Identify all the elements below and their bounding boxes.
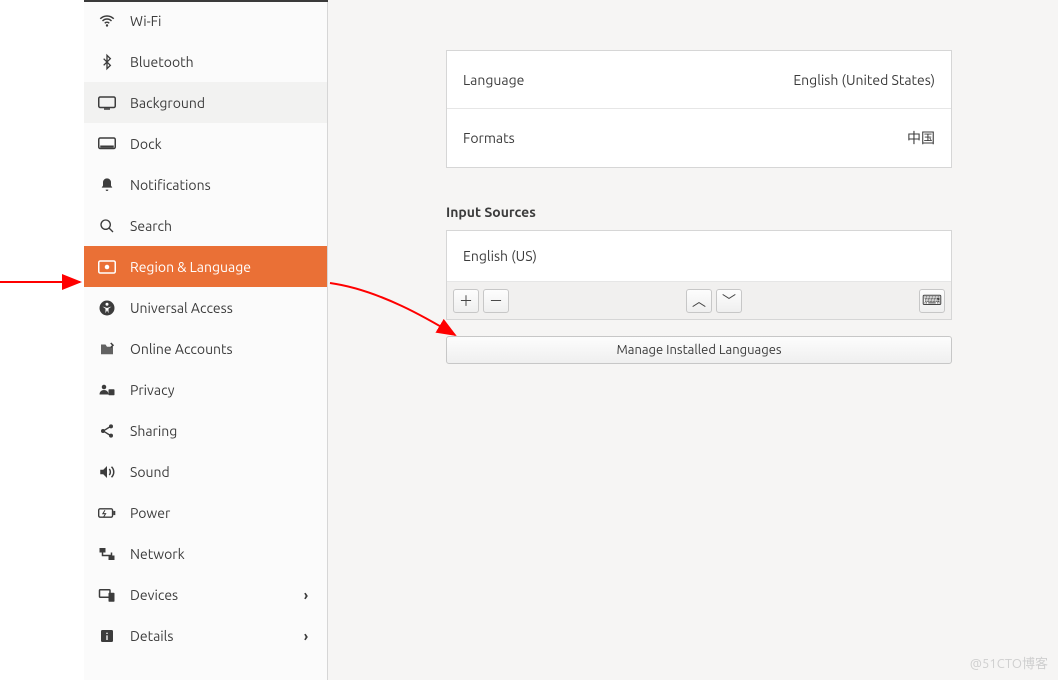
sidebar-item-region-language[interactable]: Region & Language — [84, 246, 327, 287]
input-sources-toolbar: ＋ － ︿ ﹀ ⌨ — [447, 281, 951, 319]
sidebar-item-label: Privacy — [130, 382, 313, 398]
sidebar-item-label: Sharing — [130, 423, 313, 439]
network-icon — [98, 545, 116, 563]
chevron-up-icon: ︿ — [692, 291, 706, 311]
sidebar-item-label: Background — [130, 95, 313, 111]
accessibility-icon — [98, 299, 116, 317]
sidebar-item-search[interactable]: Search — [84, 205, 327, 246]
sidebar: Wi-Fi Bluetooth Background Dock Notifica — [84, 0, 328, 680]
watermark: @51CTO博客 — [970, 653, 1048, 672]
sidebar-item-label: Details — [130, 628, 299, 644]
search-icon — [98, 217, 116, 235]
row-key: Formats — [463, 130, 515, 146]
devices-icon — [98, 586, 116, 604]
sidebar-item-bluetooth[interactable]: Bluetooth — [84, 41, 327, 82]
add-input-source-button[interactable]: ＋ — [453, 289, 479, 313]
language-icon — [98, 258, 116, 276]
sound-icon — [98, 463, 116, 481]
dock-icon — [98, 135, 116, 153]
sidebar-item-network[interactable]: Network — [84, 533, 327, 574]
sidebar-item-label: Universal Access — [130, 300, 313, 316]
sidebar-item-sound[interactable]: Sound — [84, 451, 327, 492]
input-source-item[interactable]: English (US) — [447, 231, 951, 281]
keyboard-layout-button[interactable]: ⌨ — [919, 289, 945, 313]
minus-icon: － — [489, 291, 503, 311]
sidebar-item-label: Network — [130, 546, 313, 562]
sidebar-item-label: Dock — [130, 136, 313, 152]
button-label: Manage Installed Languages — [616, 343, 781, 357]
chevron-right-icon: › — [299, 587, 313, 603]
row-value: English (United States) — [793, 72, 935, 88]
sidebar-item-background[interactable]: Background — [84, 82, 327, 123]
sidebar-item-label: Notifications — [130, 177, 313, 193]
sidebar-item-sharing[interactable]: Sharing — [84, 410, 327, 451]
move-down-button[interactable]: ﹀ — [716, 289, 742, 313]
plus-icon: ＋ — [459, 291, 473, 311]
sidebar-item-online-accounts[interactable]: Online Accounts — [84, 328, 327, 369]
sidebar-item-universal-access[interactable]: Universal Access — [84, 287, 327, 328]
remove-input-source-button[interactable]: － — [483, 289, 509, 313]
chevron-down-icon: ﹀ — [722, 291, 736, 311]
sidebar-item-wifi[interactable]: Wi-Fi — [84, 0, 327, 41]
sidebar-item-power[interactable]: Power — [84, 492, 327, 533]
sidebar-item-dock[interactable]: Dock — [84, 123, 327, 164]
row-key: Language — [463, 72, 524, 88]
move-up-button[interactable]: ︿ — [686, 289, 712, 313]
details-icon — [98, 627, 116, 645]
sidebar-item-label: Power — [130, 505, 313, 521]
background-icon — [98, 94, 116, 112]
online-accounts-icon — [98, 340, 116, 358]
chevron-right-icon: › — [299, 628, 313, 644]
input-sources-list: English (US) — [447, 231, 951, 281]
region-panel: Language English (United States) Formats… — [446, 50, 952, 168]
sidebar-item-label: Devices — [130, 587, 299, 603]
sidebar-item-label: Bluetooth — [130, 54, 313, 70]
row-language[interactable]: Language English (United States) — [447, 51, 951, 109]
sidebar-item-label: Wi-Fi — [130, 13, 313, 29]
sidebar-item-label: Online Accounts — [130, 341, 313, 357]
wifi-icon — [98, 12, 116, 30]
sidebar-item-devices[interactable]: Devices › — [84, 574, 327, 615]
sidebar-item-notifications[interactable]: Notifications — [84, 164, 327, 205]
share-icon — [98, 422, 116, 440]
input-sources-heading: Input Sources — [446, 204, 1000, 220]
sidebar-item-label: Sound — [130, 464, 313, 480]
row-value: 中国 — [907, 128, 935, 148]
privacy-icon — [98, 381, 116, 399]
power-icon — [98, 504, 116, 522]
sidebar-item-details[interactable]: Details › — [84, 615, 327, 656]
row-formats[interactable]: Formats 中国 — [447, 109, 951, 167]
content-area: Language English (United States) Formats… — [328, 0, 1058, 680]
sidebar-item-label: Region & Language — [130, 259, 313, 275]
bell-icon — [98, 176, 116, 194]
settings-window: Wi-Fi Bluetooth Background Dock Notifica — [0, 0, 1058, 680]
bluetooth-icon — [98, 53, 116, 71]
keyboard-icon: ⌨ — [922, 292, 942, 309]
manage-installed-languages-button[interactable]: Manage Installed Languages — [446, 336, 952, 364]
sidebar-item-privacy[interactable]: Privacy — [84, 369, 327, 410]
sidebar-item-label: Search — [130, 218, 313, 234]
input-source-label: English (US) — [463, 248, 537, 264]
input-sources-panel: English (US) ＋ － ︿ ﹀ — [446, 230, 952, 320]
